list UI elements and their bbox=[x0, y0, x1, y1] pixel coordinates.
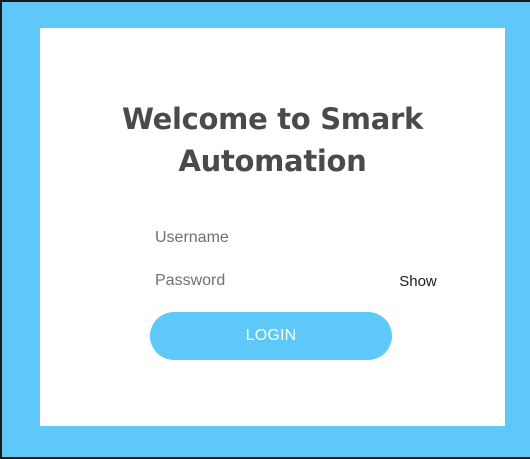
username-input[interactable] bbox=[152, 224, 455, 252]
login-card: Welcome to Smark Automation Show LOGIN bbox=[40, 28, 505, 426]
page-title: Welcome to Smark Automation bbox=[121, 102, 423, 178]
password-input[interactable] bbox=[152, 267, 385, 295]
page-background: Welcome to Smark Automation Show LOGIN bbox=[0, 0, 530, 459]
login-button[interactable]: LOGIN bbox=[150, 312, 392, 360]
show-password-toggle[interactable]: Show bbox=[396, 271, 440, 293]
